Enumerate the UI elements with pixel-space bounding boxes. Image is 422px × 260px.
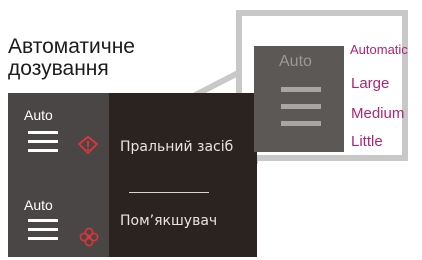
- level-bar: [28, 228, 58, 231]
- page-title: Автоматичне дозування: [8, 36, 135, 80]
- level-bar: [28, 149, 58, 152]
- row-divider: [129, 192, 209, 193]
- softener-label: Пом’якшувач: [120, 213, 218, 229]
- zoomed-level-bars: [281, 87, 321, 138]
- dosing-panel: Auto Пральний засіб Auto Пом’якшувач: [8, 93, 257, 257]
- softener-level-bars[interactable]: [28, 219, 58, 246]
- title-line-1: Автоматичне: [8, 35, 135, 58]
- zoomed-level-bar: [281, 104, 321, 109]
- level-bar: [28, 140, 58, 143]
- title-line-2: дозування: [8, 57, 109, 80]
- detergent-auto-label: Auto: [24, 107, 53, 123]
- level-bar: [28, 219, 58, 222]
- level-bar: [28, 131, 58, 134]
- option-large[interactable]: Large: [351, 75, 389, 92]
- softener-auto-label: Auto: [24, 197, 53, 213]
- zoomed-level-bar: [281, 121, 321, 126]
- option-medium[interactable]: Medium: [351, 105, 404, 122]
- detergent-warning-icon: [78, 136, 98, 154]
- zoomed-level-bar: [281, 87, 321, 92]
- detergent-level-bars[interactable]: [28, 131, 58, 158]
- level-bar: [28, 237, 58, 240]
- option-automatic[interactable]: Automatic: [350, 42, 408, 57]
- detergent-label: Пральний засіб: [120, 139, 234, 155]
- zoomed-auto-label: Auto: [279, 53, 312, 70]
- option-little[interactable]: Little: [351, 133, 383, 150]
- softener-flower-icon: [79, 227, 99, 247]
